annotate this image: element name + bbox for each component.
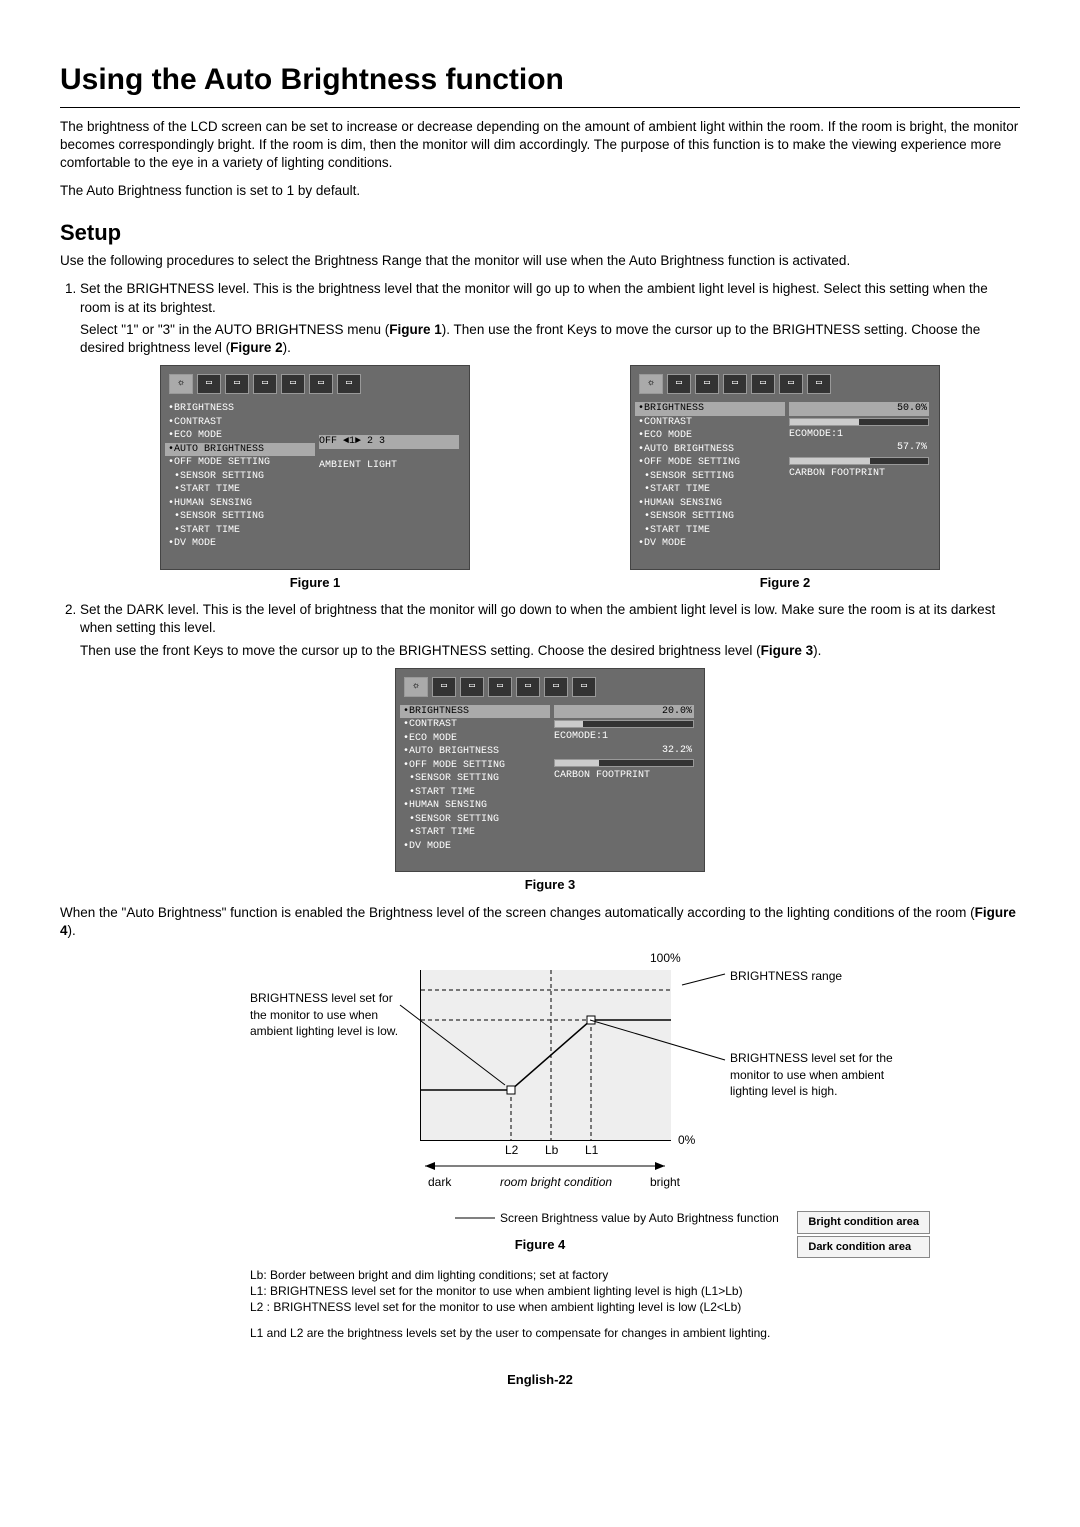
osd-right-panel: 50.0% ECOMODE:1 57.7% CARBON FOOTPRINT bbox=[785, 402, 929, 551]
osd-selected-row: •BRIGHTNESS bbox=[635, 402, 785, 416]
note-l1: L1: BRIGHTNESS level set for the monitor… bbox=[250, 1283, 830, 1299]
osd-selected-row: •BRIGHTNESS bbox=[400, 705, 550, 719]
figure-4-caption: Figure 4 bbox=[515, 1237, 566, 1252]
osd-menu-list: •BRIGHTNESS •CONTRAST •ECO MODE •AUTO BR… bbox=[165, 402, 315, 551]
brightness-icon: ☼ bbox=[404, 677, 428, 697]
brightness-value: 20.0% bbox=[662, 705, 692, 719]
osd-options-row: OFF ◄1► 2 3 bbox=[319, 435, 459, 449]
label-range: BRIGHTNESS range bbox=[730, 968, 842, 984]
osd-right-panel: 20.0% ECOMODE:1 32.2% CARBON FOOTPRINT bbox=[550, 705, 694, 854]
osd-tab-icon: ▭ bbox=[253, 374, 277, 394]
note-summary: L1 and L2 are the brightness levels set … bbox=[250, 1325, 830, 1341]
osd-selected-row: •AUTO BRIGHTNESS bbox=[165, 443, 315, 457]
osd-tab-icon: ▭ bbox=[751, 374, 775, 394]
ecomode-label: ECOMODE:1 bbox=[554, 730, 694, 744]
intro-paragraph-1: The brightness of the LCD screen can be … bbox=[60, 118, 1020, 173]
label-low-level: BRIGHTNESS level set for the monitor to … bbox=[250, 990, 400, 1039]
intro-paragraph-2: The Auto Brightness function is set to 1… bbox=[60, 182, 1020, 200]
step-2-text-a: Set the DARK level. This is the level of… bbox=[80, 602, 995, 635]
legend-line: Screen Brightness value by Auto Brightne… bbox=[500, 1210, 779, 1226]
figure-2: ☼ ▭ ▭ ▭ ▭ ▭ ▭ •BRIGHTNESS •CONTRAST •ECO… bbox=[630, 365, 940, 591]
osd-menu-list: •BRIGHTNESS •CONTRAST •ECO MODE •AUTO BR… bbox=[635, 402, 785, 551]
title-underline bbox=[60, 107, 1020, 108]
post-figures-paragraph: When the "Auto Brightness" function is e… bbox=[60, 904, 1020, 940]
osd-ambient-label: AMBIENT LIGHT bbox=[319, 459, 459, 473]
osd-tab-icon: ▭ bbox=[667, 374, 691, 394]
label-l2: L2 bbox=[505, 1142, 518, 1158]
legend-bright-area: Bright condition area bbox=[797, 1211, 930, 1234]
label-room-condition: room bright condition bbox=[500, 1174, 612, 1190]
osd-tab-icon: ▭ bbox=[807, 374, 831, 394]
figure-4-notes: Lb: Border between bright and dim lighti… bbox=[250, 1267, 830, 1342]
step-2: Set the DARK level. This is the level of… bbox=[80, 601, 1020, 894]
label-bright: bright bbox=[650, 1174, 680, 1190]
brightness-graph bbox=[420, 970, 671, 1141]
figure-3: ☼ ▭ ▭ ▭ ▭ ▭ ▭ •BRIGHTNESS •CONTRAST •ECO… bbox=[395, 668, 705, 894]
osd-tab-icon: ▭ bbox=[337, 374, 361, 394]
carbon-value: 32.2% bbox=[662, 744, 692, 758]
figure-4: 100% 0% L2 Lb L1 dark room bright condit… bbox=[190, 950, 890, 1230]
figure-1: ☼ ▭ ▭ ▭ ▭ ▭ ▭ •BRIGHTNESS •CONTRAST •ECO… bbox=[160, 365, 470, 591]
step-1-text-a: Set the BRIGHTNESS level. This is the br… bbox=[80, 281, 988, 314]
carbon-footprint-label: CARBON FOOTPRINT bbox=[789, 467, 929, 481]
osd-tab-icon: ▭ bbox=[460, 677, 484, 697]
figure-1-caption: Figure 1 bbox=[290, 574, 341, 592]
osd-tab-icon: ▭ bbox=[695, 374, 719, 394]
setup-steps: Set the BRIGHTNESS level. This is the br… bbox=[60, 280, 1020, 894]
osd-tab-icon: ▭ bbox=[516, 677, 540, 697]
setup-heading: Setup bbox=[60, 218, 1020, 248]
setup-lead: Use the following procedures to select t… bbox=[60, 252, 1020, 270]
carbon-footprint-label: CARBON FOOTPRINT bbox=[554, 769, 694, 783]
osd-tab-icon: ▭ bbox=[779, 374, 803, 394]
osd-tab-icon: ▭ bbox=[723, 374, 747, 394]
label-l1: L1 bbox=[585, 1142, 598, 1158]
figure-2-caption: Figure 2 bbox=[760, 574, 811, 592]
osd-right-panel: OFF ◄1► 2 3 AMBIENT LIGHT bbox=[315, 402, 459, 551]
osd-tab-row: ☼ ▭ ▭ ▭ ▭ ▭ ▭ bbox=[165, 370, 465, 402]
osd-tab-icon: ▭ bbox=[281, 374, 305, 394]
page-title: Using the Auto Brightness function bbox=[60, 60, 1020, 101]
ecomode-label: ECOMODE:1 bbox=[789, 428, 929, 442]
note-l2: L2 : BRIGHTNESS level set for the monito… bbox=[250, 1299, 830, 1315]
carbon-value: 57.7% bbox=[897, 441, 927, 455]
step-1: Set the BRIGHTNESS level. This is the br… bbox=[80, 280, 1020, 591]
osd-tab-icon: ▭ bbox=[309, 374, 333, 394]
osd-menu-list: •BRIGHTNESS •CONTRAST •ECO MODE •AUTO BR… bbox=[400, 705, 550, 854]
osd-tab-icon: ▭ bbox=[225, 374, 249, 394]
osd-tab-icon: ▭ bbox=[488, 677, 512, 697]
note-lb: Lb: Border between bright and dim lighti… bbox=[250, 1267, 830, 1283]
figure-3-caption: Figure 3 bbox=[525, 876, 576, 894]
label-high-level: BRIGHTNESS level set for the monitor to … bbox=[730, 1050, 900, 1099]
label-dark: dark bbox=[428, 1174, 451, 1190]
page-footer: English-22 bbox=[60, 1371, 1020, 1389]
step-2-text-b: Then use the front Keys to move the curs… bbox=[80, 642, 1020, 660]
figure-4-legend: Bright condition area Dark condition are… bbox=[797, 1209, 930, 1261]
step-1-text-b: Select "1" or "3" in the AUTO BRIGHTNESS… bbox=[80, 321, 1020, 357]
brightness-icon: ☼ bbox=[169, 374, 193, 394]
brightness-value: 50.0% bbox=[897, 402, 927, 416]
osd-tab-icon: ▭ bbox=[572, 677, 596, 697]
label-lb: Lb bbox=[545, 1142, 558, 1158]
osd-tab-icon: ▭ bbox=[544, 677, 568, 697]
legend-dark-area: Dark condition area bbox=[797, 1236, 930, 1259]
label-100pct: 100% bbox=[650, 950, 681, 966]
osd-tab-icon: ▭ bbox=[197, 374, 221, 394]
osd-tab-icon: ▭ bbox=[432, 677, 456, 697]
brightness-icon: ☼ bbox=[639, 374, 663, 394]
label-0pct: 0% bbox=[678, 1132, 695, 1148]
